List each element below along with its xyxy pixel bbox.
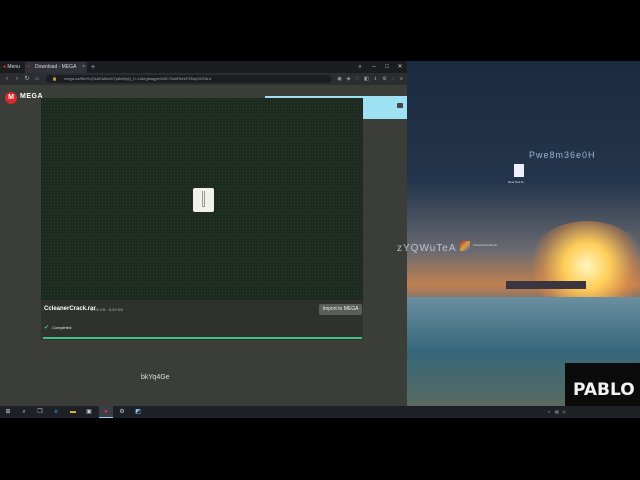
wallet-icon[interactable]: ◧ [363, 75, 370, 83]
rar-desktop-label[interactable]: CcleanerCrack.rar [473, 243, 497, 247]
task-view-icon[interactable]: ❐ [36, 408, 44, 416]
pier-silhouette [506, 281, 586, 289]
app-icon[interactable]: ◩ [134, 408, 142, 416]
text-file-icon[interactable] [514, 164, 524, 177]
download-icon[interactable]: ⭳ [372, 75, 379, 83]
settings-icon[interactable]: ⚙ [118, 408, 126, 416]
file-name: CcleanerCrack.rar [44, 306, 96, 312]
file-preview-area [41, 98, 363, 300]
search-icon[interactable]: ⌕ [20, 408, 28, 416]
opera-logo-icon: ● [3, 64, 7, 70]
mega-logo-icon[interactable]: M [5, 92, 17, 104]
check-icon: ✔ [44, 325, 50, 331]
menu-icon[interactable]: ≡ [398, 75, 405, 83]
file-explorer-icon[interactable]: ▬ [69, 408, 77, 416]
profile-icon[interactable]: ◌ [390, 75, 397, 83]
tab-bar: ● Menu ▪ Download - MEGA × + ⌕ – □ ✕ [0, 61, 407, 73]
lock-icon: 🔒 [52, 76, 57, 81]
volume-icon[interactable]: ◁ [562, 408, 567, 416]
minimize-button[interactable]: – [369, 62, 379, 72]
mega-brand[interactable]: MEGA [20, 93, 43, 100]
settings-icon[interactable]: ⚙ [381, 75, 388, 83]
opera-menu-button[interactable]: ● Menu [3, 62, 23, 73]
mega-favicon-icon: ▪ [28, 64, 30, 70]
archive-file-icon [193, 188, 214, 212]
file-size: 8.99 KB · 8.99 KB [91, 307, 124, 312]
taskbar: ⊞ ⌕ ❐ e ▬ ▣ ● ⚙ ◩ ˄ ▤ ◁ [0, 406, 640, 418]
url-field[interactable]: 🔒 mega.nz/file/Vq7AAKMI#dVYp6sWyQ_f>-Ude… [46, 75, 332, 83]
edge-icon[interactable]: e [52, 408, 60, 416]
download-progress-bar [43, 337, 362, 339]
tab-mega-download[interactable]: ▪ Download - MEGA × [25, 62, 87, 73]
address-bar: ‹ › ↻ ⌂ 🔒 mega.nz/file/Vq7AAKMI#dVYp6sWy… [0, 73, 407, 85]
camera-icon[interactable]: ◉ [336, 75, 343, 83]
new-tab-button[interactable]: + [91, 62, 95, 73]
download-completed-label: Completed [52, 325, 72, 330]
pablo-text: PABLO [573, 380, 635, 400]
network-icon[interactable]: ▤ [555, 408, 560, 416]
desktop-wallpaper: New Text D... Pwe8m36e0H CcleanerCrack.r… [407, 61, 640, 406]
forward-icon[interactable]: › [13, 74, 21, 84]
file-info-bar: CcleanerCrack.rar 8.99 KB · 8.99 KB Impo… [41, 300, 363, 340]
extension-icon[interactable]: ◈ [345, 75, 352, 83]
opera-icon: ● [104, 409, 108, 415]
overlay-text-mid: zYQWuTeA [397, 243, 457, 254]
home-icon[interactable]: ⌂ [33, 74, 41, 84]
tab-close-icon[interactable]: × [82, 62, 85, 73]
heart-icon[interactable]: ♡ [354, 75, 361, 83]
rar-desktop-icon[interactable] [460, 241, 470, 251]
back-icon[interactable]: ‹ [3, 74, 11, 84]
store-icon[interactable]: ▣ [85, 408, 93, 416]
text-file-label[interactable]: New Text D... [508, 180, 526, 184]
overlay-text-lower: bkYq4Ge [141, 374, 170, 381]
search-tabs-icon[interactable]: ⌕ [355, 62, 365, 72]
reload-icon[interactable]: ↻ [23, 74, 31, 84]
maximize-button[interactable]: □ [382, 62, 392, 72]
folder-icon[interactable] [397, 103, 403, 108]
import-to-mega-button[interactable]: Import to MEGA [319, 304, 362, 315]
up-icon[interactable]: ˄ [548, 408, 553, 416]
start-icon[interactable]: ⊞ [4, 408, 12, 416]
close-window-button[interactable]: ✕ [395, 62, 405, 72]
overlay-text-top: Pwe8m36e0H [529, 150, 596, 160]
opera-taskbar-button[interactable]: ● [99, 406, 113, 418]
